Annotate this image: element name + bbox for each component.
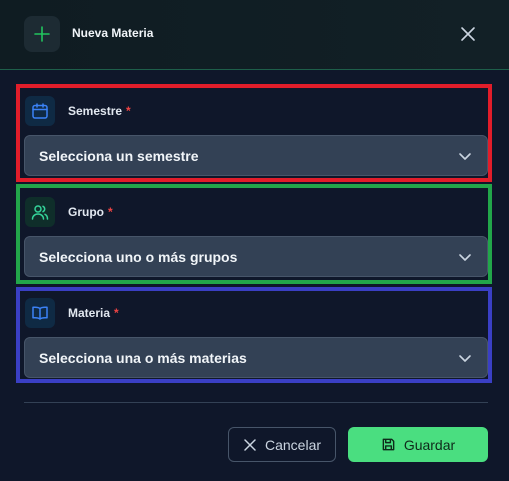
materia-select[interactable]: Selecciona una o más materias [24, 337, 488, 378]
materia-label: Materia * [68, 306, 119, 320]
cancel-button[interactable]: Cancelar [228, 427, 336, 462]
calendar-icon [25, 96, 55, 126]
close-button[interactable] [457, 23, 479, 45]
book-icon [25, 298, 55, 328]
chevron-down-icon [459, 254, 471, 261]
required-mark: * [108, 205, 113, 219]
save-icon [382, 438, 395, 451]
dialog-header: Nueva Materia [0, 0, 509, 70]
chevron-down-icon [459, 153, 471, 160]
semestre-select-value: Selecciona un semestre [39, 147, 199, 164]
semestre-label: Semestre * [68, 104, 131, 118]
chevron-down-icon [459, 355, 471, 362]
grupo-select[interactable]: Selecciona uno o más grupos [24, 236, 488, 277]
required-mark: * [126, 104, 131, 118]
close-icon [461, 27, 475, 41]
close-icon [244, 438, 256, 451]
plus-icon [24, 16, 60, 52]
cancel-button-label: Cancelar [264, 436, 322, 453]
dialog-title: Nueva Materia [72, 26, 154, 40]
required-mark: * [114, 306, 119, 320]
materia-select-value: Selecciona una o más materias [39, 349, 247, 366]
save-button-label: Guardar [403, 436, 456, 453]
grupo-label: Grupo * [68, 205, 113, 219]
users-icon [25, 197, 55, 227]
save-button[interactable]: Guardar [348, 427, 488, 462]
footer-divider [24, 402, 488, 403]
semestre-select[interactable]: Selecciona un semestre [24, 135, 488, 176]
grupo-select-value: Selecciona uno o más grupos [39, 248, 238, 265]
